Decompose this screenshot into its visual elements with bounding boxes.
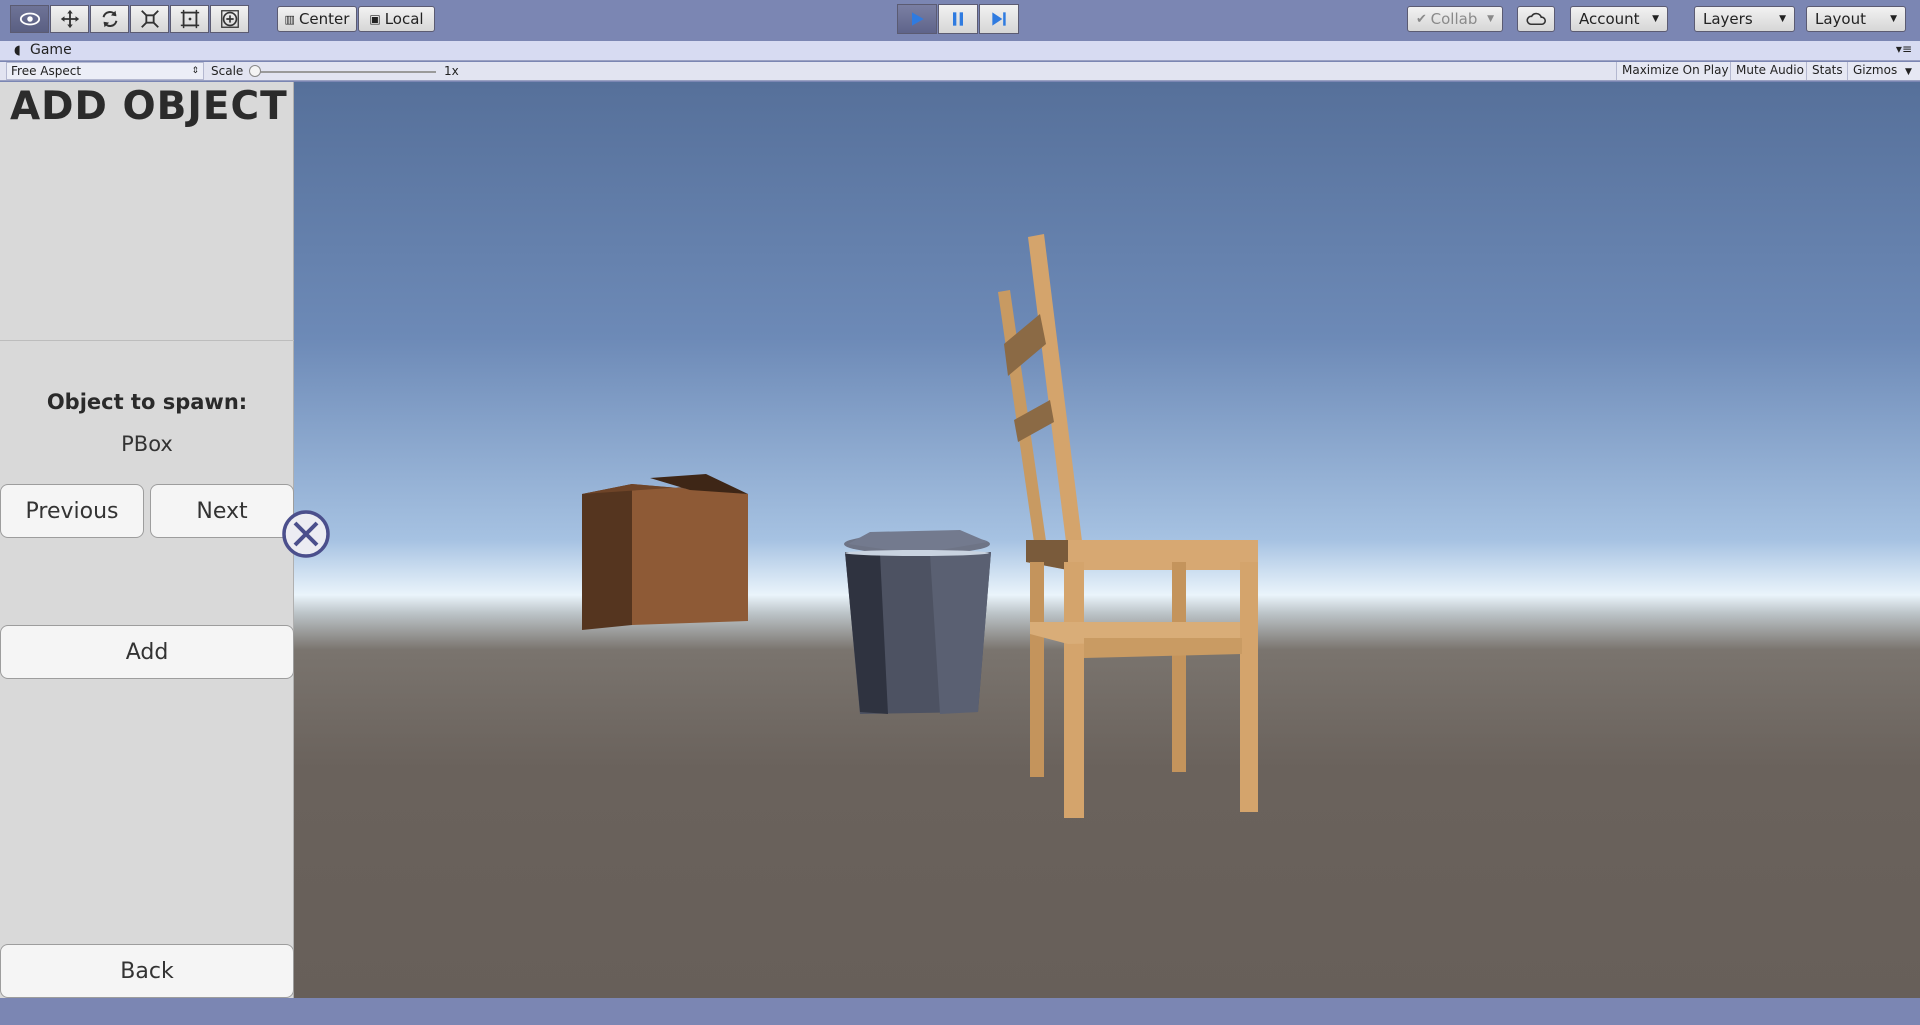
chevron-down-icon: ▼ <box>1905 67 1912 77</box>
play-button[interactable] <box>897 4 937 34</box>
layers-dropdown[interactable]: Layers ▼ <box>1694 6 1795 32</box>
aspect-label: Free Aspect <box>11 64 82 78</box>
game-tab-bar: ◖ Game ▾≡ <box>0 41 1920 61</box>
view-tool-button[interactable] <box>10 5 49 33</box>
back-button[interactable]: Back <box>0 944 294 998</box>
aspect-dropdown[interactable]: Free Aspect ⇕ <box>6 62 204 80</box>
transform-tool-icon <box>220 10 239 28</box>
main-toolbar: ▥ Center ▣ Local ✔ Collab ▼ Account ▼ La… <box>0 0 1920 40</box>
pivot-center-button[interactable]: ▥ Center <box>277 6 357 32</box>
layers-label: Layers <box>1703 10 1753 28</box>
add-button[interactable]: Add <box>0 625 294 679</box>
gizmos-dropdown[interactable]: Gizmos ▼ <box>1847 62 1920 80</box>
scale-slider-thumb[interactable] <box>249 65 261 77</box>
close-icon[interactable] <box>280 508 332 560</box>
scale-value: 1x <box>444 64 459 78</box>
game-controller-icon: ◖ <box>14 43 21 58</box>
next-button[interactable]: Next <box>150 484 294 538</box>
step-button[interactable] <box>979 4 1019 34</box>
move-icon <box>60 9 79 29</box>
back-label: Back <box>120 958 174 984</box>
collab-dropdown[interactable]: ✔ Collab ▼ <box>1407 6 1503 32</box>
chevron-down-icon: ▼ <box>1779 14 1786 24</box>
rotate-icon <box>102 10 117 28</box>
account-dropdown[interactable]: Account ▼ <box>1570 6 1668 32</box>
pause-icon <box>953 12 963 26</box>
updown-icon: ⇕ <box>191 66 199 76</box>
mute-audio-toggle[interactable]: Mute Audio <box>1730 62 1809 80</box>
game-tab[interactable]: Game <box>30 42 72 58</box>
tab-menu-icon[interactable]: ▾≡ <box>1896 42 1912 56</box>
spawn-label: Object to spawn: <box>46 390 248 414</box>
pivot-icon: ▥ <box>284 12 295 26</box>
scale-slider-track[interactable] <box>254 71 436 73</box>
next-label: Next <box>196 498 248 524</box>
play-icon <box>912 12 924 26</box>
panel-divider <box>0 340 294 341</box>
chevron-down-icon: ▼ <box>1487 14 1494 24</box>
scale-tool-button[interactable] <box>130 5 169 33</box>
scale-icon <box>140 10 159 28</box>
rotate-tool-button[interactable] <box>90 5 129 33</box>
space-local-button[interactable]: ▣ Local <box>358 6 435 32</box>
cloud-button[interactable] <box>1517 6 1555 32</box>
collab-label: Collab <box>1430 10 1478 28</box>
previous-button[interactable]: Previous <box>0 484 144 538</box>
maximize-on-play-toggle[interactable]: Maximize On Play <box>1616 62 1734 80</box>
transform-tool-button[interactable] <box>210 5 249 33</box>
layout-label: Layout <box>1815 10 1866 28</box>
rect-tool-button[interactable] <box>170 5 209 33</box>
cardboard-box <box>582 474 748 630</box>
add-label: Add <box>125 639 169 665</box>
spawn-value: PBox <box>121 432 173 456</box>
scale-label: Scale <box>211 64 244 78</box>
add-object-panel: ADD OBJECT Object to spawn: PBox Previou… <box>0 82 294 998</box>
chevron-down-icon: ▼ <box>1652 14 1659 24</box>
pause-button[interactable] <box>938 4 978 34</box>
cloud-icon <box>1526 12 1546 26</box>
eye-icon <box>19 12 40 26</box>
game-control-bar: Free Aspect ⇕ Scale 1x Maximize On Play … <box>0 62 1920 81</box>
pivot-center-label: Center <box>298 10 350 28</box>
space-local-label: Local <box>384 10 424 28</box>
layout-dropdown[interactable]: Layout ▼ <box>1806 6 1906 32</box>
step-icon <box>992 12 1006 26</box>
gizmos-label: Gizmos <box>1853 63 1898 77</box>
previous-label: Previous <box>25 498 119 524</box>
trash-bin <box>844 530 991 714</box>
stats-toggle[interactable]: Stats <box>1806 62 1848 80</box>
check-circle-icon: ✔ <box>1416 11 1427 27</box>
rect-tool-icon <box>180 9 199 29</box>
account-label: Account <box>1579 10 1640 28</box>
cube-icon: ▣ <box>369 12 381 26</box>
status-bar <box>0 998 1920 1025</box>
move-tool-button[interactable] <box>50 5 89 33</box>
chair <box>998 234 1258 818</box>
chevron-down-icon: ▼ <box>1890 14 1897 24</box>
panel-title: ADD OBJECT <box>10 84 288 129</box>
